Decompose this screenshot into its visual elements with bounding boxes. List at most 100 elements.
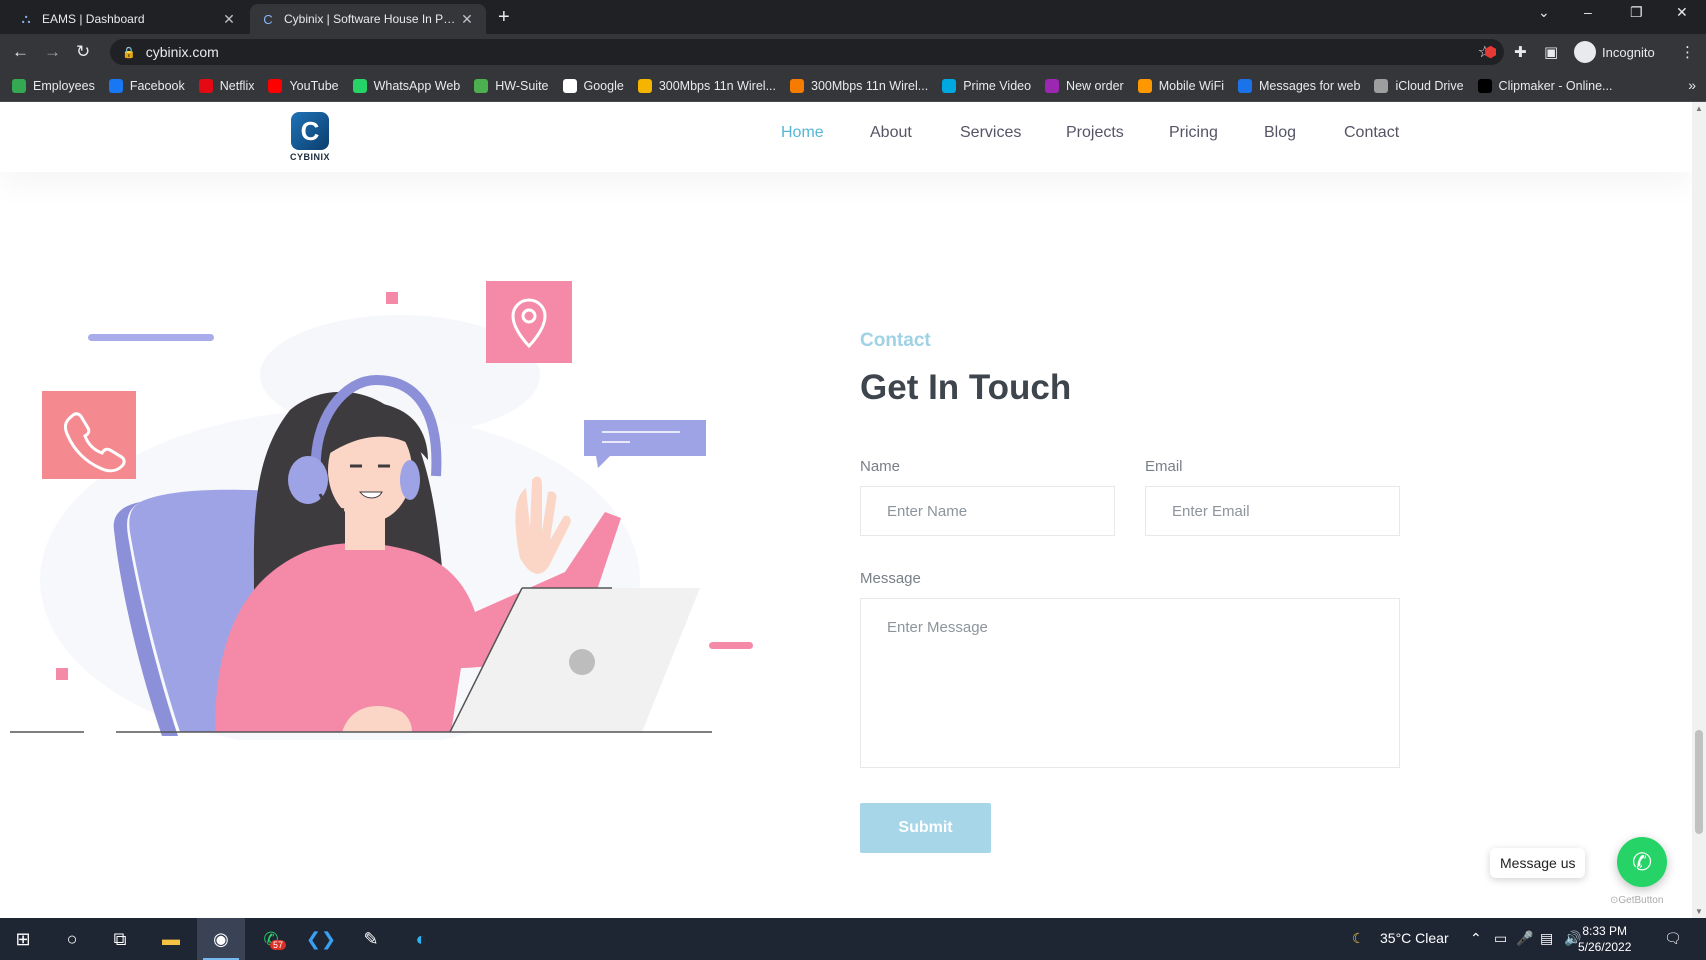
side-panel-icon[interactable]: ▣ xyxy=(1544,43,1558,61)
nav-blog[interactable]: Blog xyxy=(1264,124,1296,142)
microphone-icon[interactable]: 🎤 xyxy=(1516,930,1533,947)
bookmark-item[interactable]: YouTube xyxy=(268,78,339,93)
bookmark-item[interactable]: Messages for web xyxy=(1238,78,1361,93)
restore-icon[interactable]: ❐ xyxy=(1630,4,1643,21)
bookmark-label: Google xyxy=(583,78,624,93)
page-title: Get In Touch xyxy=(860,368,1072,407)
bookmark-item[interactable]: Google xyxy=(562,78,624,93)
name-label: Name xyxy=(860,458,901,475)
message-us-tooltip[interactable]: Message us xyxy=(1490,848,1586,878)
bookmark-favicon-icon xyxy=(1137,78,1152,93)
bookmark-favicon-icon xyxy=(474,78,489,93)
back-icon[interactable]: ← xyxy=(12,42,29,62)
bookmark-favicon-icon xyxy=(1477,78,1492,93)
scrollbar-thumb[interactable] xyxy=(1695,730,1703,834)
browser-toolbar: ← → ↻ 🔒 cybinix.com ☆ ⬢ ✚ ▣ Incognito ⋮ xyxy=(0,34,1706,70)
bookmark-favicon-icon xyxy=(198,78,213,93)
nav-home[interactable]: Home xyxy=(781,124,824,142)
bookmark-label: 300Mbps 11n Wirel... xyxy=(658,78,776,93)
bookmark-favicon-icon xyxy=(268,78,283,93)
browser-menu-icon[interactable]: ⋮ xyxy=(1680,43,1695,61)
close-tab-icon[interactable]: ✕ xyxy=(220,11,238,28)
minimize-icon[interactable]: – xyxy=(1584,4,1592,20)
logo-text: CYBINIX xyxy=(289,152,330,162)
bookmark-item[interactable]: Prime Video xyxy=(942,78,1031,93)
tab-search-icon[interactable]: ⌄ xyxy=(1538,4,1550,21)
bookmark-item[interactable]: 300Mbps 11n Wirel... xyxy=(790,78,929,93)
bookmark-item[interactable]: WhatsApp Web xyxy=(352,78,461,93)
scroll-up-icon[interactable]: ▲ xyxy=(1695,104,1703,113)
cybinix-favicon-icon: C xyxy=(263,11,273,27)
bookmark-favicon-icon xyxy=(790,78,804,93)
bookmark-item[interactable]: Employees xyxy=(12,78,95,93)
file-explorer-icon[interactable]: ▬ xyxy=(156,924,186,954)
bookmark-item[interactable]: iCloud Drive xyxy=(1374,78,1464,93)
task-view-icon[interactable]: ⧉ xyxy=(105,924,135,954)
bookmark-item[interactable]: Facebook xyxy=(108,78,185,93)
more-bookmarks-icon[interactable]: » xyxy=(1688,77,1696,93)
bookmark-item[interactable]: Netflix xyxy=(198,78,254,93)
tray-chevron-icon[interactable]: ⌃ xyxy=(1470,930,1482,947)
clock-time: 8:33 PM xyxy=(1582,924,1628,938)
bookmark-favicon-icon xyxy=(1238,78,1253,93)
scroll-down-icon[interactable]: ▼ xyxy=(1695,907,1703,916)
extensions-puzzle-icon[interactable]: ✚ xyxy=(1514,43,1527,61)
chrome-icon[interactable]: ◉ xyxy=(206,924,236,954)
windows-start-icon[interactable]: ⊞ xyxy=(8,924,38,954)
whatsapp-icon: ✆ xyxy=(1631,848,1653,876)
page-scrollbar[interactable]: ▲ ▼ xyxy=(1692,102,1706,918)
incognito-icon xyxy=(1574,41,1596,63)
paint-icon[interactable]: ✎ xyxy=(356,924,386,954)
bookmark-item[interactable]: 300Mbps 11n Wirel... xyxy=(637,78,776,93)
bookmark-item[interactable]: New order xyxy=(1045,78,1124,93)
whatsapp-chat-button[interactable]: ✆ xyxy=(1617,837,1667,887)
profile-label: Incognito xyxy=(1602,44,1655,60)
email-field[interactable]: Enter Email xyxy=(1145,486,1400,536)
bookmark-favicon-icon xyxy=(942,78,957,93)
bookmark-label: 300Mbps 11n Wirel... xyxy=(811,78,929,93)
section-label: Contact xyxy=(860,330,931,351)
forward-icon[interactable]: → xyxy=(44,42,61,62)
tab-cybinix[interactable]: C Cybinix | Software House In Pakistan ✕ xyxy=(250,4,486,34)
logo-mark-icon: C xyxy=(291,112,329,150)
cybinix-logo[interactable]: C CYBINIX xyxy=(288,112,332,164)
getbutton-credit[interactable]: ⊙GetButton xyxy=(1610,895,1663,906)
bookmark-label: Messages for web xyxy=(1259,78,1361,93)
bookmark-label: Employees xyxy=(33,78,95,93)
bookmark-label: YouTube xyxy=(289,78,339,93)
nav-pricing[interactable]: Pricing xyxy=(1169,124,1218,142)
bookmark-item[interactable]: Mobile WiFi xyxy=(1137,78,1224,93)
meet-icon[interactable]: ▭ xyxy=(1494,930,1507,947)
bookmark-label: WhatsApp Web xyxy=(373,78,461,93)
network-icon[interactable]: ▤ xyxy=(1540,930,1553,947)
new-tab-icon[interactable]: + xyxy=(498,6,510,29)
incognito-profile[interactable]: Incognito xyxy=(1574,41,1655,63)
vscode-icon[interactable]: ❮❯ xyxy=(306,924,336,954)
nav-projects[interactable]: Projects xyxy=(1066,124,1124,142)
nav-contact[interactable]: Contact xyxy=(1344,124,1399,142)
bookmark-item[interactable]: Clipmaker - Online... xyxy=(1477,78,1612,93)
search-icon[interactable]: ○ xyxy=(57,924,87,954)
reload-icon[interactable]: ↻ xyxy=(76,42,90,62)
close-window-icon[interactable]: ✕ xyxy=(1676,4,1688,21)
bookmarks-bar: Employees Facebook Netflix YouTube WhatsApp … xyxy=(0,70,1706,102)
moon-weather-icon: ☾ xyxy=(1352,930,1365,946)
message-textarea[interactable]: Enter Message xyxy=(860,598,1400,768)
clock[interactable]: 8:33 PM 5/26/2022 xyxy=(1578,923,1631,955)
pink-square-deco xyxy=(56,668,68,680)
bookmark-favicon-icon xyxy=(637,78,652,93)
bookmark-item[interactable]: HW-Suite xyxy=(474,78,549,93)
address-bar[interactable]: 🔒 cybinix.com ☆ xyxy=(110,39,1504,65)
name-field[interactable]: Enter Name xyxy=(860,486,1115,536)
tab-eams-dashboard[interactable]: ⛬ EAMS | Dashboard ✕ xyxy=(8,4,248,34)
bookmark-favicon-icon xyxy=(352,78,367,93)
submit-button[interactable]: Submit xyxy=(860,803,991,853)
nav-services[interactable]: Services xyxy=(960,124,1021,142)
extension-shield-icon[interactable]: ⬢ xyxy=(1484,43,1497,61)
edge-icon[interactable]: ◐ xyxy=(406,924,436,954)
weather-text[interactable]: 35°C Clear xyxy=(1380,930,1449,946)
bookmark-favicon-icon xyxy=(12,78,26,93)
notifications-icon[interactable]: 🗨 xyxy=(1664,930,1682,947)
nav-about[interactable]: About xyxy=(870,124,912,142)
close-tab-icon[interactable]: ✕ xyxy=(458,11,476,28)
